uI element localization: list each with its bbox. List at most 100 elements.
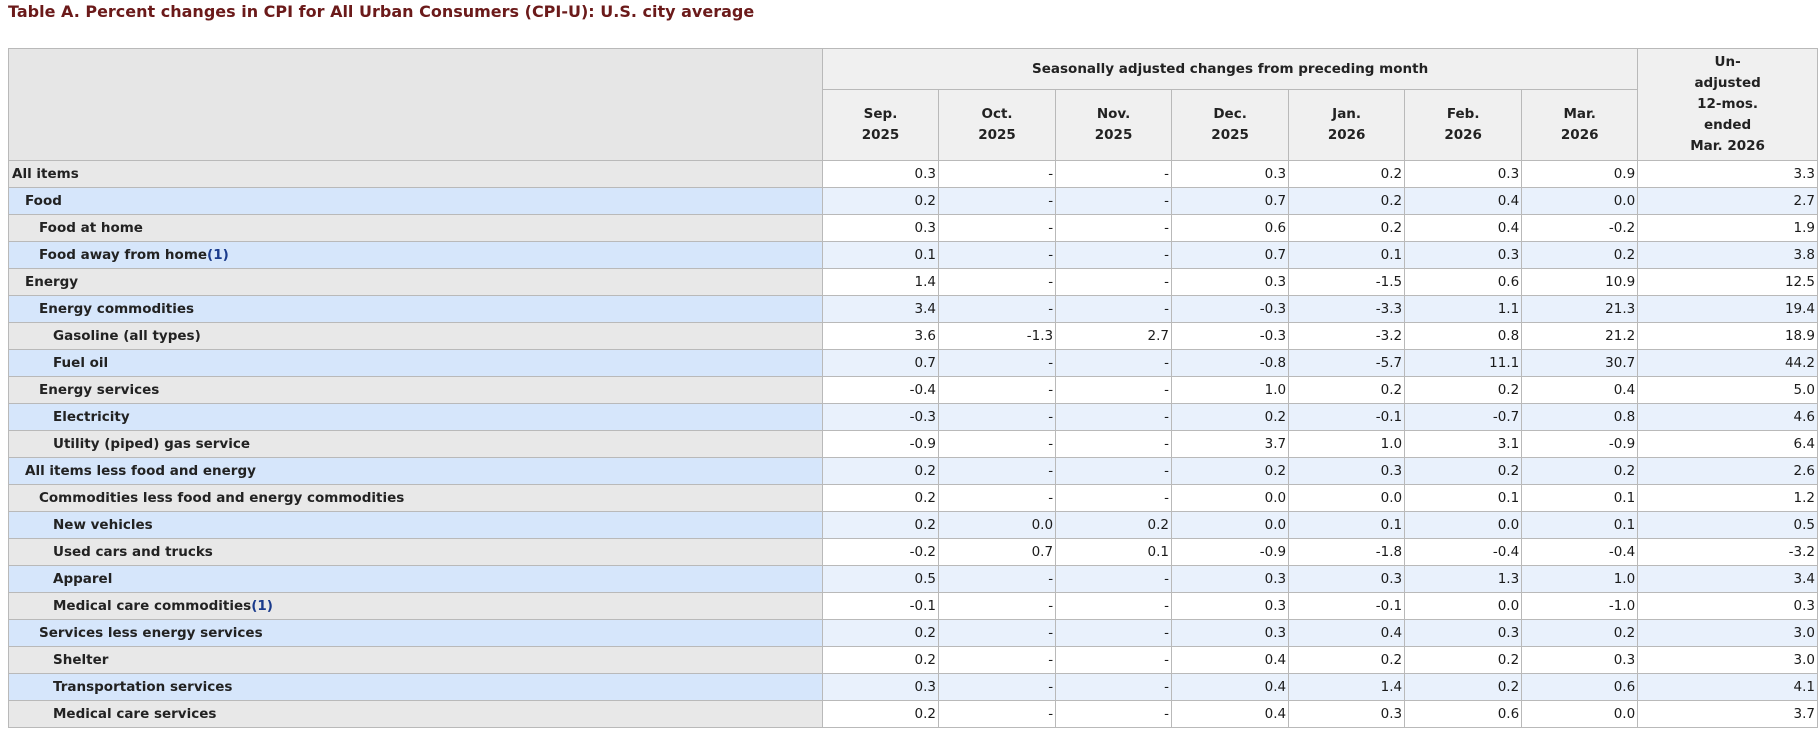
monthly-value-cell: 0.3 bbox=[1171, 565, 1290, 593]
monthly-value-cell: 0.2 bbox=[822, 511, 939, 539]
monthly-value-cell: 0.2 bbox=[1404, 457, 1523, 485]
monthly-value-cell: 0.7 bbox=[937, 538, 1057, 566]
row-label: Shelter bbox=[53, 652, 109, 668]
row-label: All items less food and energy bbox=[25, 463, 256, 479]
table-row: New vehicles 0.2 0.0 0.2 0.0 0.1 0.0 0.1 0.5 bbox=[7, 511, 1818, 539]
monthly-value-cell: -0.4 bbox=[822, 376, 939, 404]
page-title: Table A. Percent changes in CPI for All … bbox=[8, 2, 755, 21]
monthly-value-cell: 0.3 bbox=[1404, 619, 1523, 647]
cpi-table: Seasonally adjusted changes from precedi… bbox=[7, 48, 1818, 728]
table-row: Energy 1.4- -0.3 -1.5 0.6 10.9 12.5 bbox=[7, 268, 1818, 296]
monthly-value-cell: -3.2 bbox=[1288, 322, 1406, 350]
monthly-value-cell: 0.0 bbox=[1288, 484, 1406, 512]
table-row: Electricity -0.3- -0.2 -0.1 -0.7 0.8 4.6 bbox=[7, 403, 1818, 431]
row-label: Gasoline (all types) bbox=[53, 328, 201, 344]
monthly-value-cell: 0.6 bbox=[1404, 268, 1523, 296]
row-label: New vehicles bbox=[53, 517, 153, 533]
monthly-value-cell: 0.0 bbox=[1521, 187, 1639, 215]
monthly-value-cell: 0.2 bbox=[822, 619, 939, 647]
monthly-value-cell: 0.1 bbox=[1404, 484, 1523, 512]
footnote-link[interactable]: (1) bbox=[251, 598, 273, 614]
row-label: Food away from home bbox=[39, 247, 208, 263]
month-header-cell: Jan. 2026 bbox=[1288, 89, 1406, 161]
monthly-value-cell: 0.9 bbox=[1521, 160, 1639, 188]
month-label: Feb. bbox=[1446, 106, 1480, 122]
unadjusted-header-line: Mar. 2026 bbox=[1690, 138, 1765, 154]
monthly-value-cell: -1.0 bbox=[1521, 592, 1639, 620]
monthly-value-cell: - bbox=[937, 430, 1057, 458]
monthly-value-cell: 0.3 bbox=[1288, 565, 1406, 593]
row-label: Fuel oil bbox=[53, 355, 109, 371]
monthly-value-cell: 0.2 bbox=[822, 457, 939, 485]
table-row: All items 0.3- -0.3 0.2 0.3 0.9 3.3 bbox=[7, 160, 1818, 188]
month-header-cell: Feb. 2026 bbox=[1404, 89, 1523, 161]
row-label-cell: Utility (piped) gas service bbox=[7, 430, 824, 458]
monthly-value-cell: 0.2 bbox=[1288, 187, 1406, 215]
monthly-value-cell: -0.1 bbox=[1288, 592, 1406, 620]
monthly-value-cell: -1.3 bbox=[937, 322, 1057, 350]
monthly-value-cell: 0.1 bbox=[822, 241, 939, 269]
monthly-value-cell: - bbox=[1055, 430, 1173, 458]
unadjusted-value-cell: 18.9 bbox=[1637, 322, 1818, 350]
row-label-cell: Services less energy services bbox=[7, 619, 824, 647]
row-label-cell: Energy services bbox=[7, 376, 824, 404]
unadjusted-value-cell: -3.2 bbox=[1637, 538, 1818, 566]
monthly-value-cell: 0.3 bbox=[1404, 160, 1523, 188]
unadjusted-value-cell: 3.7 bbox=[1637, 700, 1818, 728]
monthly-value-cell: -0.1 bbox=[822, 592, 939, 620]
monthly-value-cell: -0.9 bbox=[1171, 538, 1290, 566]
table-row: Transportation services 0.3- -0.4 1.4 0.2 0.6… bbox=[7, 673, 1818, 701]
monthly-value-cell: -3.3 bbox=[1288, 295, 1406, 323]
unadjusted-value-cell: 3.4 bbox=[1637, 565, 1818, 593]
monthly-value-cell: 0.1 bbox=[1288, 241, 1406, 269]
monthly-value-cell: 0.0 bbox=[937, 511, 1057, 539]
row-label: Energy services bbox=[39, 382, 160, 398]
monthly-value-cell: - bbox=[1055, 484, 1173, 512]
table-row: Food 0.2- -0.7 0.2 0.4 0.0 2.7 bbox=[7, 187, 1818, 215]
monthly-value-cell: 1.0 bbox=[1521, 565, 1639, 593]
monthly-value-cell: -0.3 bbox=[1171, 322, 1290, 350]
footnote-number[interactable]: 1 bbox=[213, 247, 222, 263]
table-header: Seasonally adjusted changes from precedi… bbox=[7, 48, 1818, 161]
monthly-value-cell: 0.3 bbox=[1288, 700, 1406, 728]
footnote-link[interactable]: (1) bbox=[207, 247, 229, 263]
monthly-value-cell: 0.3 bbox=[1171, 592, 1290, 620]
monthly-value-cell: - bbox=[937, 619, 1057, 647]
monthly-value-cell: 2.7 bbox=[1055, 322, 1173, 350]
monthly-value-cell: 0.2 bbox=[1288, 646, 1406, 674]
table-row: Utility (piped) gas service -0.9- -3.7 1.0 3… bbox=[7, 430, 1818, 458]
month-header-cell: Dec. 2025 bbox=[1171, 89, 1290, 161]
table-row: Medical care services 0.2- -0.4 0.3 0.6 0.0 3.… bbox=[7, 700, 1818, 728]
table-row: Energy services -0.4- -1.0 0.2 0.2 0.4 5.0 bbox=[7, 376, 1818, 404]
monthly-value-cell: 0.1 bbox=[1288, 511, 1406, 539]
monthly-value-cell: - bbox=[937, 565, 1057, 593]
month-header-cell: Oct. 2025 bbox=[937, 89, 1057, 161]
monthly-value-cell: 0.1 bbox=[1055, 538, 1173, 566]
monthly-value-cell: - bbox=[1055, 241, 1173, 269]
monthly-value-cell: 21.2 bbox=[1521, 322, 1639, 350]
row-label: Services less energy services bbox=[39, 625, 263, 641]
monthly-value-cell: 30.7 bbox=[1521, 349, 1639, 377]
monthly-value-cell: - bbox=[937, 241, 1057, 269]
monthly-value-cell: -0.8 bbox=[1171, 349, 1290, 377]
monthly-value-cell: 1.0 bbox=[1171, 376, 1290, 404]
year-label: 2026 bbox=[1444, 127, 1482, 143]
footnote-number[interactable]: 1 bbox=[257, 598, 266, 614]
monthly-value-cell: 0.2 bbox=[1288, 160, 1406, 188]
table-row: Commodities less food and energy commodi… bbox=[7, 484, 1818, 512]
monthly-value-cell: - bbox=[937, 376, 1057, 404]
monthly-value-cell: - bbox=[1055, 403, 1173, 431]
monthly-value-cell: 0.2 bbox=[1404, 376, 1523, 404]
monthly-value-cell: 0.1 bbox=[1521, 511, 1639, 539]
monthly-value-cell: - bbox=[937, 349, 1057, 377]
seasonal-group-header: Seasonally adjusted changes from precedi… bbox=[822, 48, 1639, 90]
monthly-value-cell: - bbox=[937, 457, 1057, 485]
monthly-value-cell: 0.3 bbox=[1171, 160, 1290, 188]
monthly-value-cell: - bbox=[937, 646, 1057, 674]
monthly-value-cell: - bbox=[1055, 592, 1173, 620]
monthly-value-cell: - bbox=[1055, 457, 1173, 485]
monthly-value-cell: -0.4 bbox=[1404, 538, 1523, 566]
monthly-value-cell: 11.1 bbox=[1404, 349, 1523, 377]
month-label: Nov. bbox=[1096, 106, 1131, 122]
monthly-value-cell: 0.2 bbox=[822, 484, 939, 512]
